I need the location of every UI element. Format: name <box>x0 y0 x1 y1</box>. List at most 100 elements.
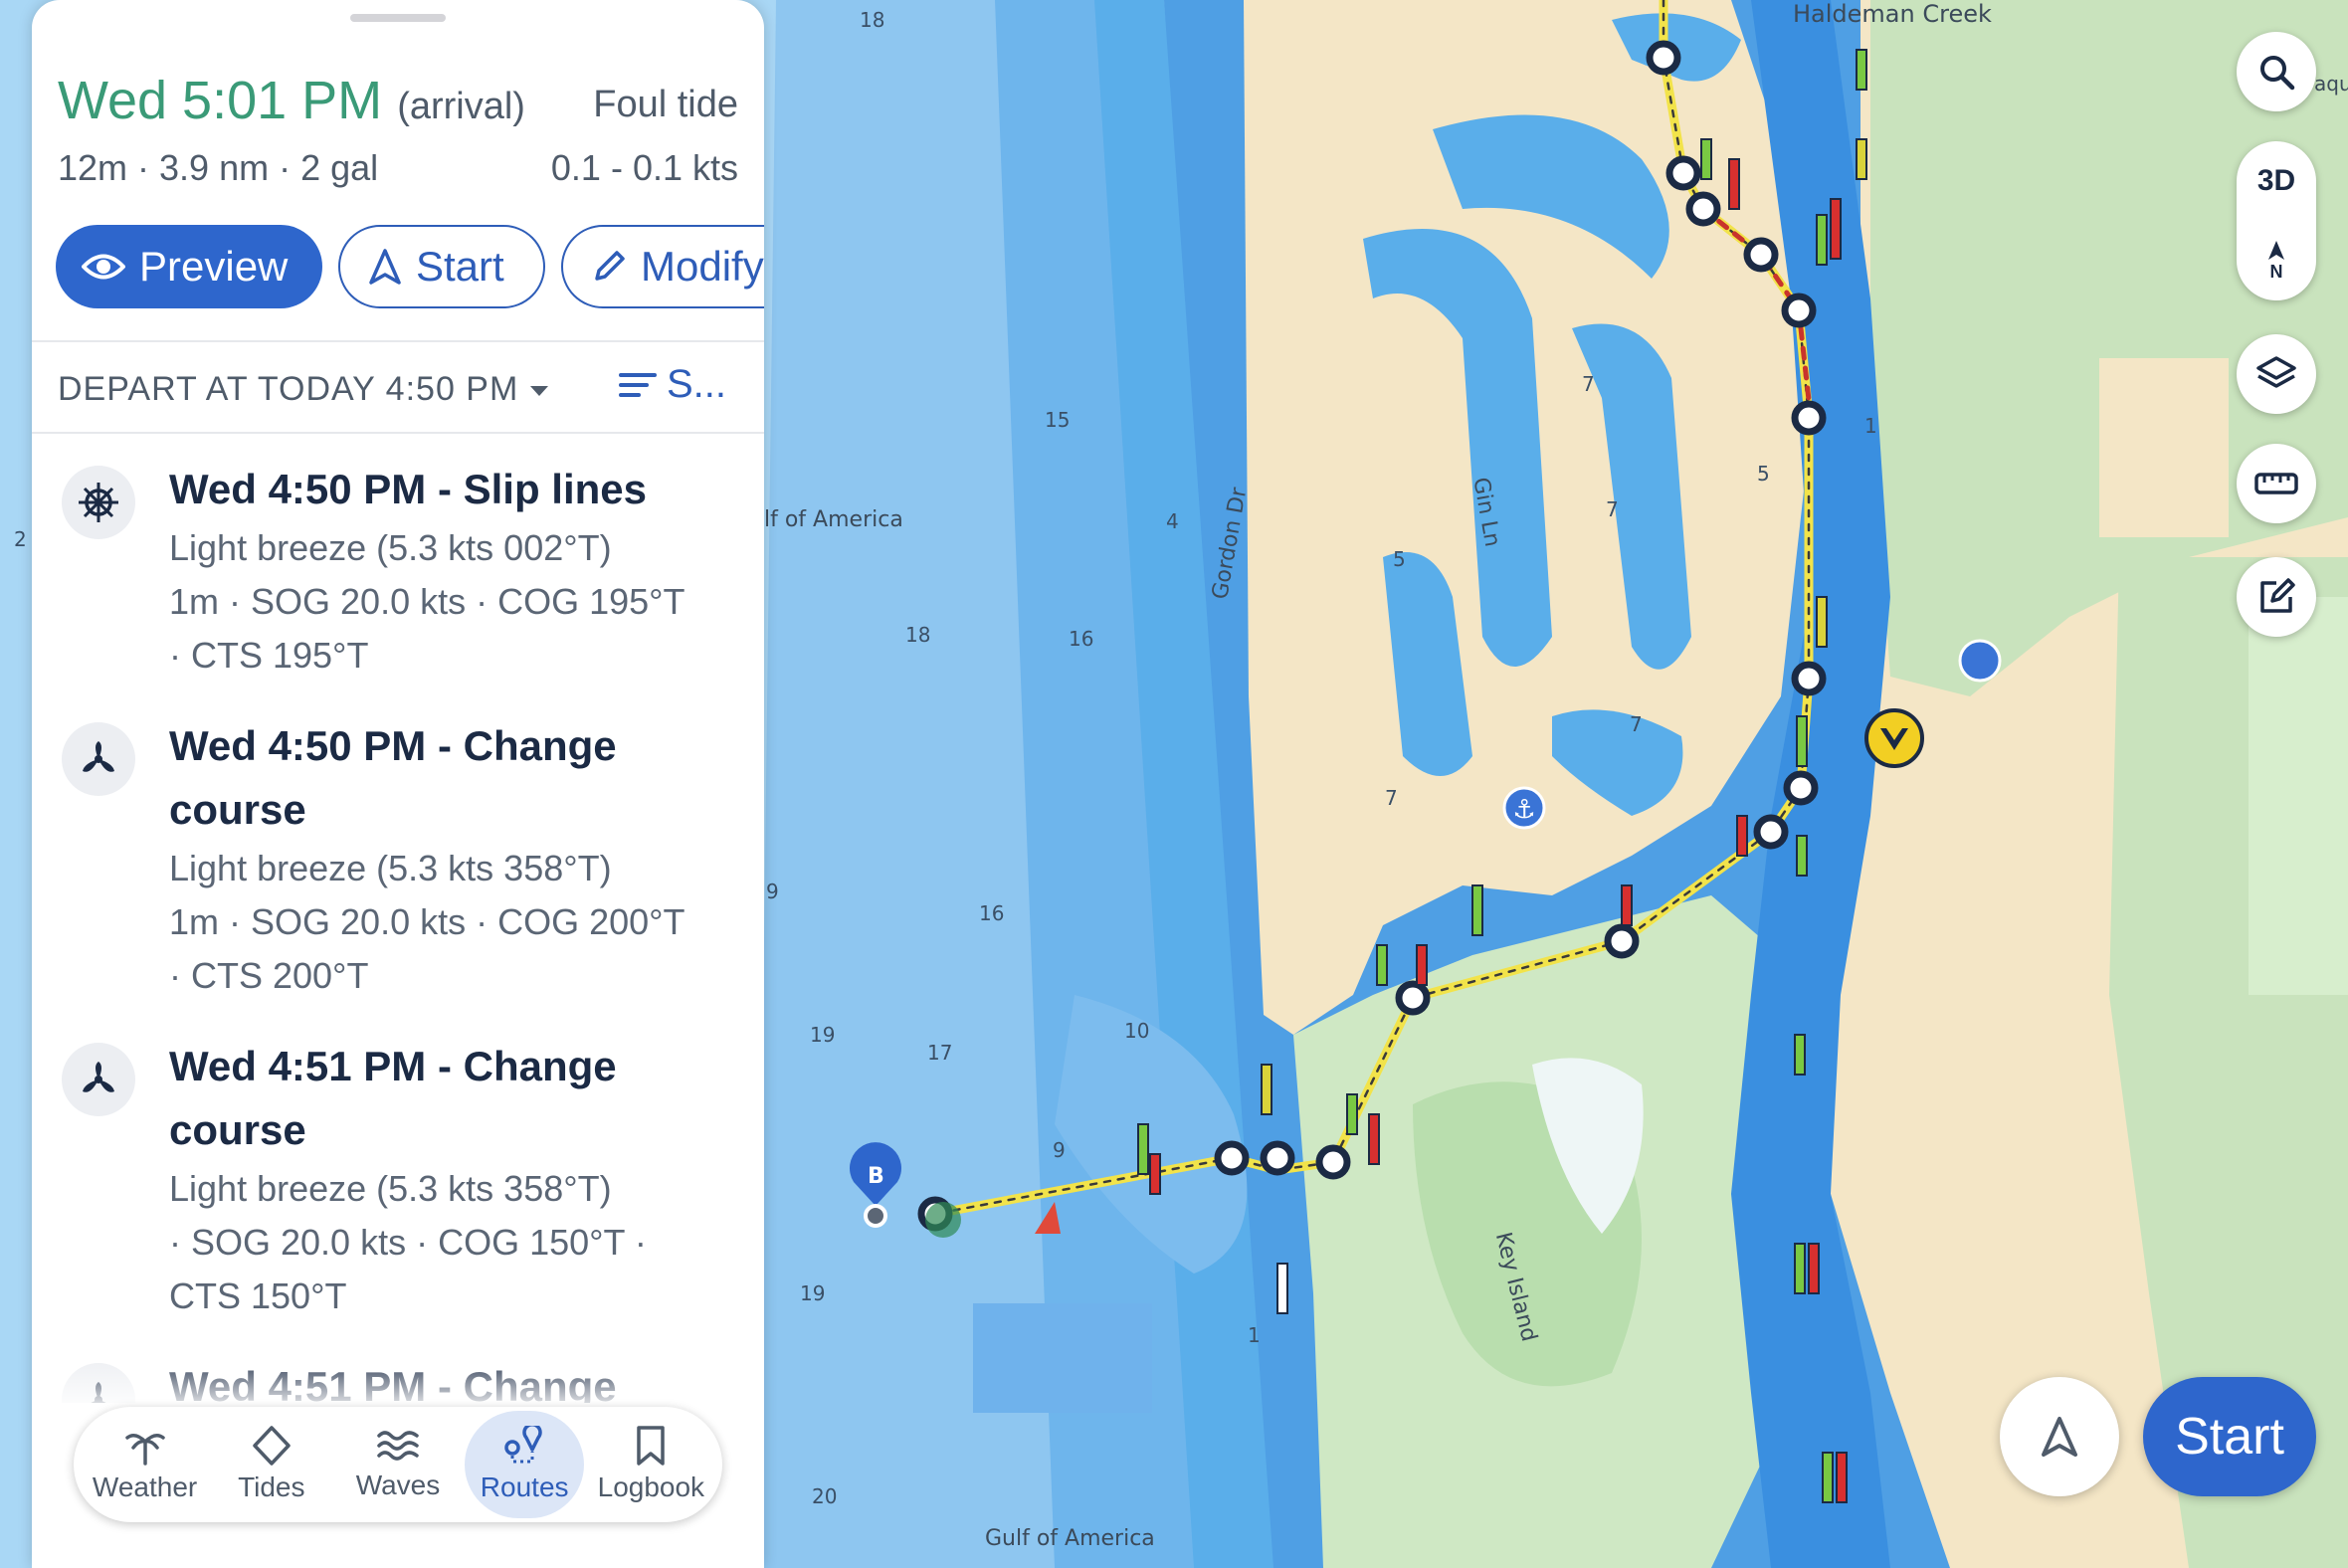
route-event[interactable]: Wed 4:50 PM - Slip lines Light breeze (5… <box>32 438 764 694</box>
north-label: N <box>2269 261 2283 282</box>
depth-sounding: 20 <box>812 1484 838 1508</box>
arrival-time: Wed 5:01 PM (arrival) <box>58 70 525 131</box>
depth-sounding: 19 <box>800 1281 826 1305</box>
divider <box>32 340 764 342</box>
propeller-icon <box>62 722 135 796</box>
depth-sounding: 7 <box>1630 712 1643 736</box>
depth-sounding: 18 <box>905 623 931 647</box>
event-title: Wed 4:51 PM - Change course <box>169 1043 617 1153</box>
preview-button[interactable]: Preview <box>56 225 322 308</box>
event-detail: Light breeze (5.3 kts 358°T) <box>169 848 612 888</box>
depth-sounding: 19 <box>810 1023 836 1047</box>
modify-label: Modify <box>641 243 764 290</box>
depart-label: DEPART AT TODAY 4:50 PM <box>58 370 519 408</box>
compass-arrow-icon <box>2268 240 2284 260</box>
arrival-time-value: Wed 5:01 PM <box>58 71 383 130</box>
ruler-icon <box>2254 473 2298 494</box>
event-detail: · CTS 195°T <box>169 635 369 676</box>
layers-icon <box>2256 356 2296 388</box>
depth-sounding: 2 <box>14 527 27 551</box>
nav-waves[interactable]: Waves <box>338 1411 458 1518</box>
pencil-icon <box>595 251 625 281</box>
nav-weather[interactable]: Weather <box>86 1411 205 1518</box>
ship-wheel-icon <box>62 466 135 539</box>
route-pins-icon <box>504 1426 542 1464</box>
route-stats: 12m · 3.9 nm · 2 gal <box>58 147 379 188</box>
map-label-edge: aqu <box>2314 72 2348 96</box>
edit-square-icon <box>2260 578 2295 613</box>
search-icon <box>2260 56 2295 91</box>
depth-sounding: 10 <box>1124 1019 1150 1043</box>
three-d-label: 3D <box>2256 164 2296 197</box>
map-label-haldeman-creek: Haldeman Creek <box>1793 0 1992 28</box>
navigation-arrow-icon <box>369 249 401 285</box>
divider <box>32 432 764 434</box>
north-up-button[interactable]: N <box>2237 221 2316 300</box>
start-route-button[interactable]: Start <box>338 225 545 308</box>
map-label-gulf-bottom: Gulf of America <box>985 1526 1155 1551</box>
nav-waves-label: Waves <box>355 1470 441 1500</box>
depth-sounding: 5 <box>1757 462 1770 486</box>
route-event[interactable]: Wed 4:50 PM - Change course Light breeze… <box>32 694 764 1015</box>
event-detail: Light breeze (5.3 kts 358°T) <box>169 1168 612 1209</box>
event-detail: 1m · SOG 20.0 kts · COG 200°T <box>169 901 685 942</box>
depth-sounding: 7 <box>1606 497 1619 521</box>
event-detail: · CTS 200°T <box>169 955 369 996</box>
depth-sounding: 5 <box>1393 547 1406 571</box>
route-details-panel: Wed 5:01 PM (arrival) Foul tide 12m · 3.… <box>32 0 764 1568</box>
tide-status: Foul tide <box>593 84 738 125</box>
search-button[interactable] <box>2237 32 2316 111</box>
navigation-arrow-icon <box>2042 1417 2077 1457</box>
waypoint-b-label: B <box>868 1164 884 1189</box>
diamond-tide-icon <box>253 1426 291 1466</box>
svg-text:⚓: ⚓ <box>1512 795 1535 825</box>
event-title: Wed 4:50 PM - Slip lines <box>169 466 648 512</box>
nav-routes-label: Routes <box>480 1471 569 1502</box>
sort-lines-icon <box>619 372 657 397</box>
depth-sounding: 9 <box>766 880 779 903</box>
start-navigation-button[interactable]: Start <box>2143 1377 2316 1496</box>
event-detail: · SOG 20.0 kts · COG 150°T · <box>169 1222 647 1263</box>
sort-label: S... <box>667 362 727 406</box>
three-d-toggle[interactable]: 3D <box>2237 141 2316 221</box>
sort-button[interactable]: S... <box>619 362 726 407</box>
depth-sounding: 1 <box>1248 1323 1261 1347</box>
depart-time-dropdown[interactable]: DEPART AT TODAY 4:50 PM <box>58 370 549 409</box>
arrival-suffix: (arrival) <box>397 86 525 127</box>
route-event-list: Wed 4:50 PM - Slip lines Light breeze (5… <box>32 438 764 1403</box>
nav-logbook[interactable]: Logbook <box>591 1411 710 1518</box>
depth-sounding: 18 <box>860 8 885 32</box>
palm-weather-icon <box>124 1434 165 1466</box>
propeller-icon <box>62 1043 135 1116</box>
nav-logbook-label: Logbook <box>597 1471 705 1502</box>
event-detail: CTS 150°T <box>169 1275 347 1316</box>
edit-map-button[interactable] <box>2237 557 2316 637</box>
depth-sounding: 15 <box>1045 408 1071 432</box>
list-fade <box>32 1353 764 1413</box>
depth-sounding: 9 <box>1053 1138 1066 1162</box>
modify-button[interactable]: Modify <box>561 225 764 308</box>
depth-sounding: 16 <box>1069 627 1094 651</box>
event-title: Wed 4:50 PM - Change course <box>169 722 617 833</box>
map-label-gulf-top: lf of America <box>764 507 903 532</box>
measure-button[interactable] <box>2237 444 2316 523</box>
panel-drag-handle[interactable] <box>350 14 446 22</box>
route-event[interactable]: Wed 4:51 PM - Change course Light breeze… <box>32 1015 764 1335</box>
nav-tides-label: Tides <box>238 1471 305 1502</box>
event-detail: Light breeze (5.3 kts 002°T) <box>169 527 612 568</box>
nav-weather-label: Weather <box>92 1471 198 1502</box>
depth-sounding: 7 <box>1582 372 1595 396</box>
bottom-nav-bar: Weather Tides Waves Routes Logbook <box>74 1407 722 1522</box>
depth-sounding: 1 <box>1864 414 1877 438</box>
chevron-down-icon <box>530 386 549 397</box>
start-label: Start <box>416 243 504 290</box>
eye-icon <box>82 254 125 280</box>
depth-sounding: 16 <box>979 901 1005 925</box>
depth-sounding: 17 <box>927 1041 953 1065</box>
recenter-navigation-button[interactable] <box>2000 1377 2119 1496</box>
layers-button[interactable] <box>2237 334 2316 414</box>
nav-routes[interactable]: Routes <box>465 1411 585 1518</box>
bookmark-icon <box>637 1426 666 1466</box>
nav-tides[interactable]: Tides <box>212 1411 331 1518</box>
waves-icon <box>377 1431 419 1461</box>
